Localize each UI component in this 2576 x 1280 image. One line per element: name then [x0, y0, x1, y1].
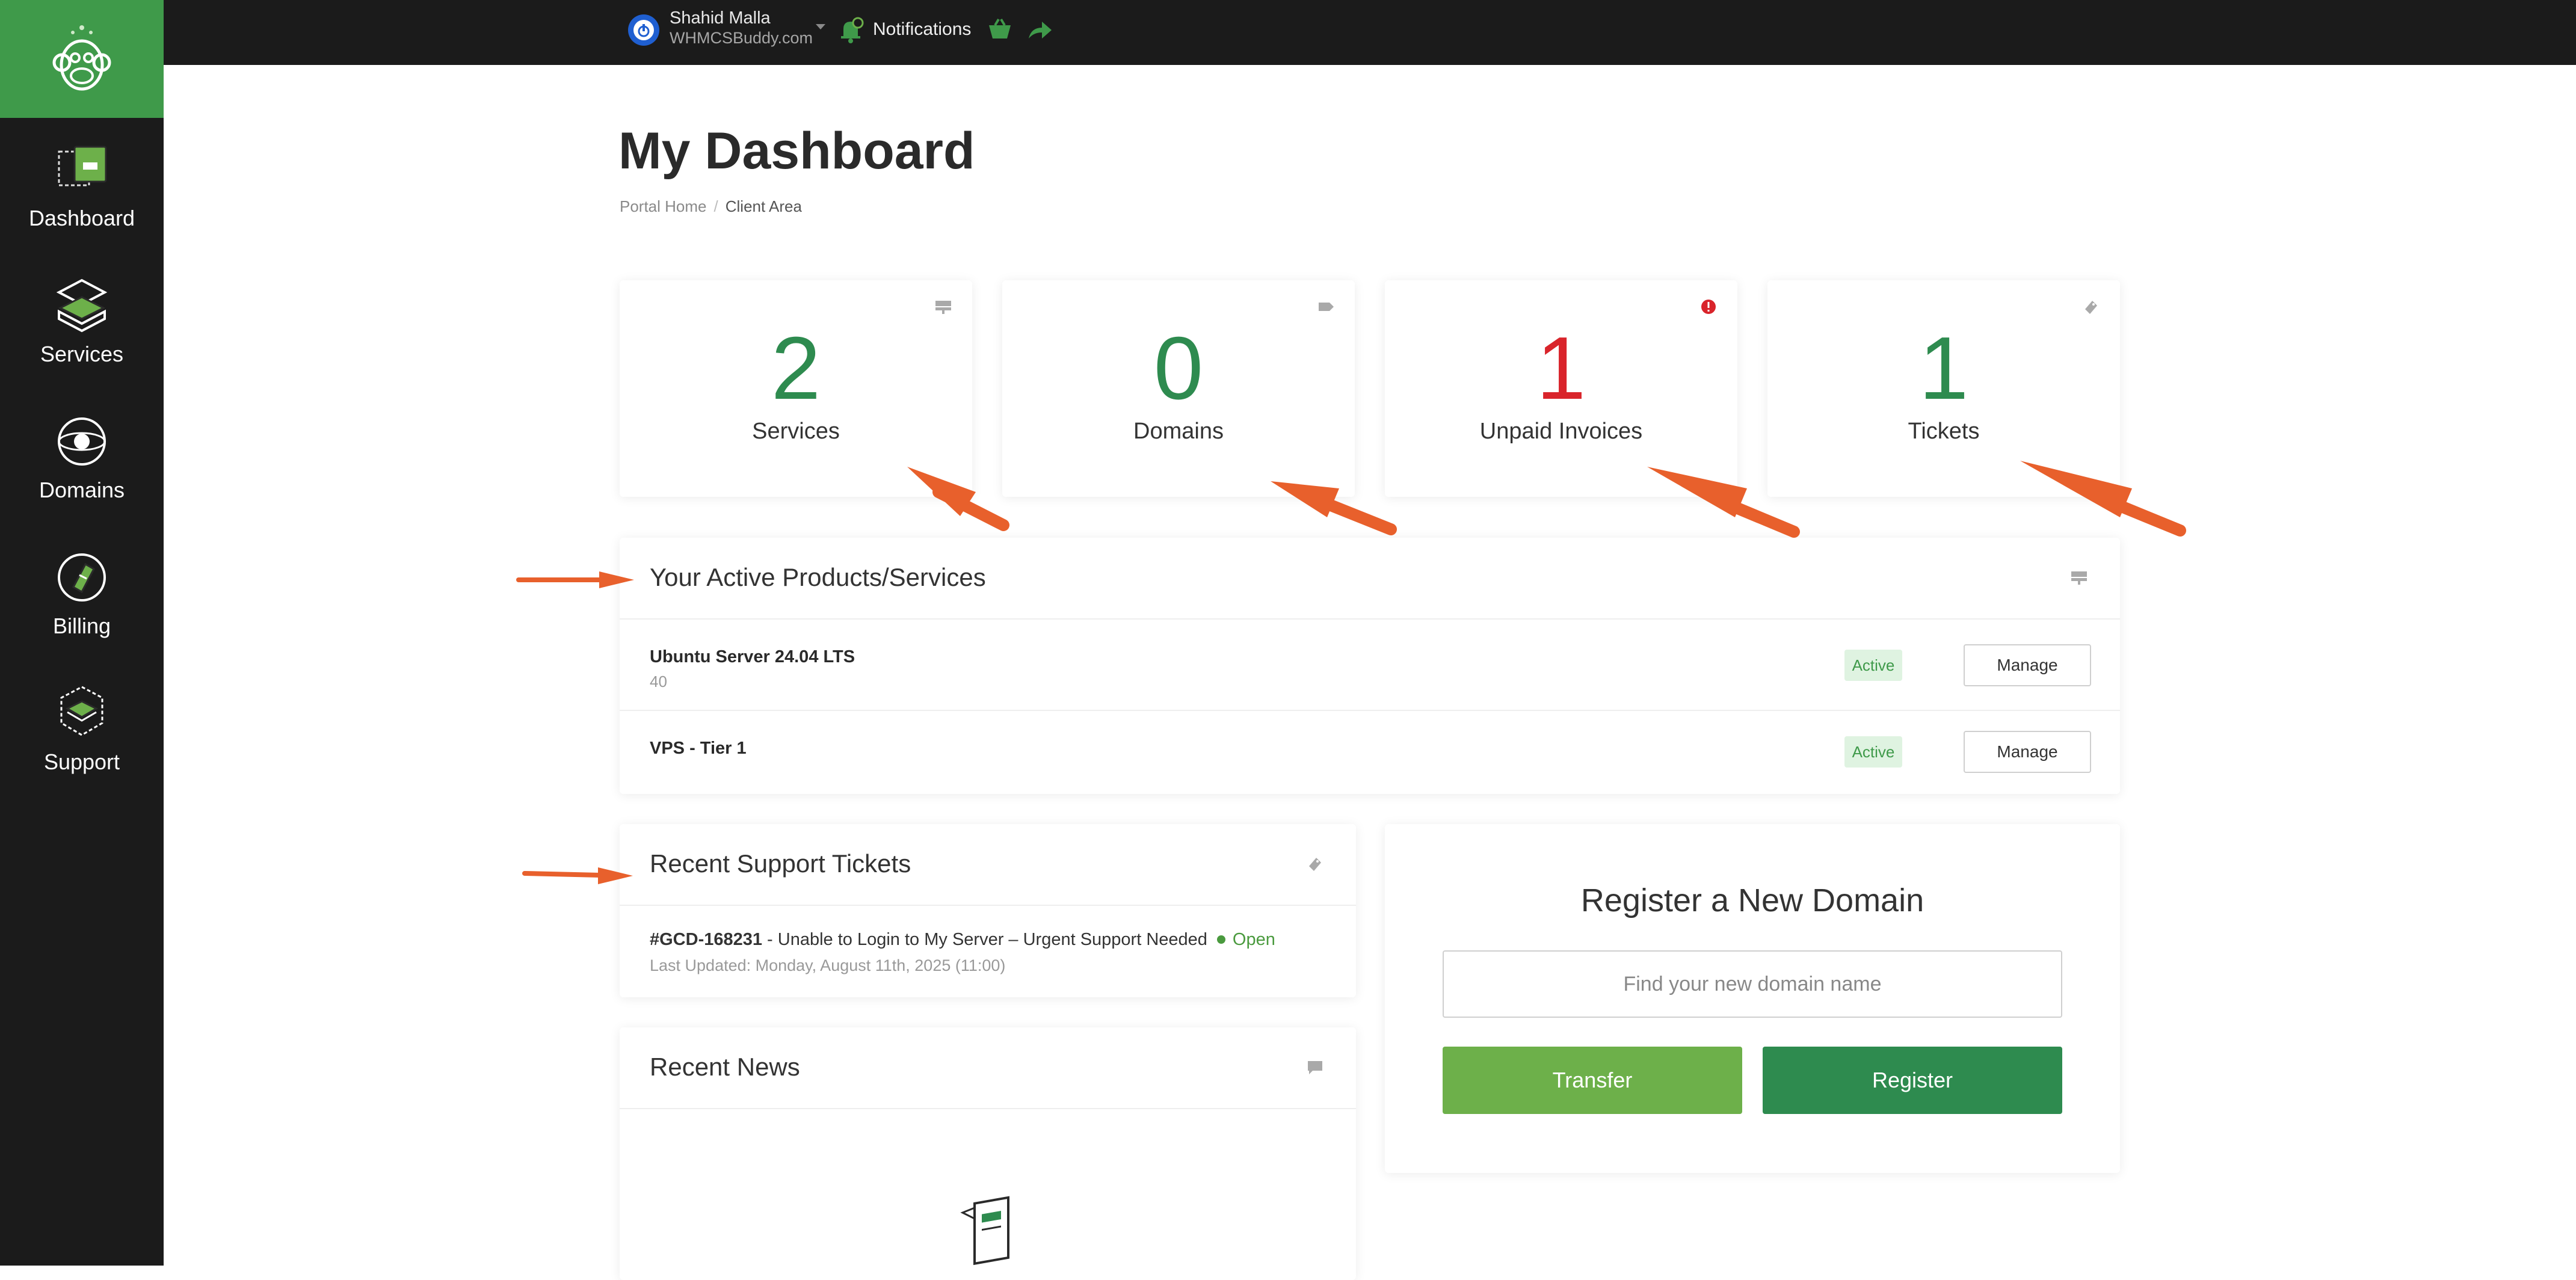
stat-value: 1 [1918, 319, 1969, 418]
stat-label: Services [752, 419, 840, 444]
server-icon [935, 301, 951, 314]
service-row[interactable]: Ubuntu Server 24.04 LTS 40 Active Manage [620, 620, 2120, 711]
sidebar-item-support[interactable]: Support [0, 683, 164, 804]
sidebar-item-label: Support [43, 749, 120, 774]
ticket-id: #GCD-168231 [650, 930, 762, 949]
active-services-panel: Your Active Products/Services Ubuntu Ser… [620, 538, 2120, 794]
panel-header: Recent Support Tickets [620, 824, 1356, 906]
register-button[interactable]: Register [1763, 1047, 2062, 1114]
manage-button[interactable]: Manage [1964, 644, 2091, 686]
breadcrumb-separator: / [713, 197, 718, 215]
sidebar: Dashboard Services Domains Billing Suppo… [0, 0, 164, 1266]
stat-value: 2 [771, 319, 821, 418]
user-company[interactable]: WHMCSBuddy.com [670, 29, 813, 48]
page-title: My Dashboard [618, 122, 975, 180]
ticket-subject: - Unable to Login to My Server – Urgent … [762, 930, 1207, 949]
tag-icon [1319, 303, 1334, 311]
register-domain-panel: Register a New Domain Find your new doma… [1385, 824, 2120, 1173]
domain-search-input[interactable]: Find your new domain name [1443, 950, 2062, 1018]
panel-title: Your Active Products/Services [650, 563, 986, 591]
annotation-arrow [522, 867, 633, 884]
sidebar-item-services[interactable]: Services [0, 275, 164, 396]
annotation-arrow [516, 571, 634, 588]
billing-icon [58, 553, 106, 602]
ticket-status: Open [1232, 930, 1275, 949]
support-icon [60, 686, 103, 736]
monkey-logo-icon [52, 25, 111, 91]
transfer-button[interactable]: Transfer [1443, 1047, 1742, 1114]
recent-news-panel: Recent News [620, 1027, 1356, 1280]
stat-value: 0 [1153, 319, 1204, 418]
breadcrumb: Portal Home / Client Area [620, 197, 802, 216]
panel-header: Your Active Products/Services [620, 538, 2120, 620]
sidebar-item-billing[interactable]: Billing [0, 547, 164, 668]
sidebar-item-domains[interactable]: Domains [0, 411, 164, 532]
status-badge: Active [1844, 650, 1902, 681]
sidebar-item-label: Billing [52, 614, 111, 638]
sidebar-item-label: Services [40, 342, 124, 366]
ticket-icon [2085, 301, 2097, 314]
dashboard-icon [58, 146, 107, 186]
stat-tile-tickets[interactable]: 1 Tickets [1767, 280, 2120, 497]
status-badge: Active [1844, 736, 1902, 768]
support-tickets-panel: Recent Support Tickets #GCD-168231 - Una… [620, 824, 1356, 997]
top-bar [164, 0, 2576, 65]
service-name: Ubuntu Server 24.04 LTS [650, 647, 855, 666]
user-name[interactable]: Shahid Malla [670, 8, 771, 28]
stat-label: Tickets [1908, 419, 1980, 444]
share-icon[interactable] [1026, 18, 1053, 42]
panel-header: Recent News [620, 1027, 1356, 1109]
panel-title: Recent News [650, 1053, 800, 1081]
cart-icon[interactable] [987, 18, 1013, 42]
chevron-down-icon[interactable] [816, 24, 825, 29]
server-icon [2071, 571, 2087, 585]
domains-icon [58, 417, 106, 466]
notifications-link[interactable]: Notifications [873, 19, 971, 40]
bell-icon[interactable] [837, 17, 864, 45]
ticket-icon [1309, 858, 1321, 871]
stat-tile-domains[interactable]: 0 Domains [1002, 280, 1355, 497]
services-icon [56, 278, 108, 333]
panel-title: Register a New Domain [1580, 882, 1924, 918]
manage-button[interactable]: Manage [1964, 731, 2091, 773]
comment-icon [1308, 1061, 1322, 1074]
stat-tile-unpaid-invoices[interactable]: 1 Unpaid Invoices [1385, 280, 1737, 497]
alert-icon [1701, 300, 1716, 314]
service-row[interactable]: VPS - Tier 1 Active Manage [620, 711, 2120, 794]
newspaper-icon [960, 1196, 1009, 1266]
sidebar-item-label: Domains [39, 478, 125, 502]
stat-tile-services[interactable]: 2 Services [620, 280, 972, 497]
service-name: VPS - Tier 1 [650, 739, 747, 758]
stat-label: Unpaid Invoices [1479, 419, 1643, 444]
panel-title: Recent Support Tickets [650, 849, 911, 878]
logo[interactable] [0, 0, 164, 118]
power-icon[interactable] [628, 14, 659, 46]
stat-label: Domains [1133, 419, 1224, 444]
service-subtext: 40 [650, 672, 667, 691]
stat-value: 1 [1536, 319, 1586, 418]
status-dot-icon [1216, 935, 1225, 944]
ticket-row[interactable]: #GCD-168231 - Unable to Login to My Serv… [650, 930, 1275, 950]
ticket-updated: Last Updated: Monday, August 11th, 2025 … [650, 956, 1006, 974]
breadcrumb-home[interactable]: Portal Home [620, 197, 707, 215]
breadcrumb-current: Client Area [725, 197, 802, 215]
sidebar-item-label: Dashboard [28, 206, 135, 230]
sidebar-item-dashboard[interactable]: Dashboard [0, 140, 164, 260]
